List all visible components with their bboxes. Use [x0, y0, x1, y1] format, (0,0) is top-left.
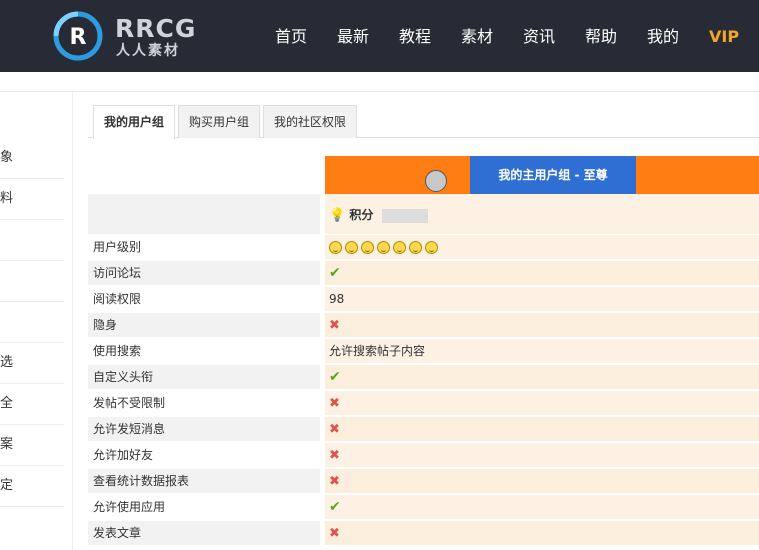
nav-vip[interactable]: VIP [709, 0, 739, 72]
permission-label: 允许发短消息 [93, 422, 166, 436]
nav-materials[interactable]: 素材 [461, 0, 493, 72]
sidebar-item-6[interactable]: 定 [0, 476, 64, 496]
cross-icon: ✖ [329, 422, 340, 437]
sidebar-separator [0, 178, 64, 179]
check-icon: ✔ [329, 369, 341, 385]
nav-news[interactable]: 资讯 [523, 0, 555, 72]
smiley-icon [377, 241, 390, 254]
permission-label: 访问论坛 [93, 266, 142, 280]
permission-value: ✖ [329, 312, 340, 338]
svg-text:R: R [70, 25, 87, 50]
permission-value-cell [325, 261, 759, 285]
permission-value-cell [325, 443, 759, 467]
permission-label: 允许使用应用 [93, 500, 166, 514]
smiley-icon [361, 241, 374, 254]
smiley-icon [345, 241, 358, 254]
permission-value: ✔ [329, 260, 341, 286]
plan-toggle-circle[interactable] [425, 170, 447, 192]
permission-value: ✔ [329, 494, 341, 520]
permission-value: ✖ [329, 442, 340, 468]
permission-value: ✖ [329, 390, 340, 416]
sidebar-separator [0, 506, 64, 507]
permission-value: 允许搜索帖子内容 [329, 344, 426, 358]
points-label-cell [88, 194, 320, 234]
user-level-stars [329, 234, 441, 260]
smiley-icon [409, 241, 422, 254]
permission-label: 发表文章 [93, 526, 142, 540]
permission-value: ✖ [329, 468, 340, 494]
permission-value-cell [325, 521, 759, 545]
permission-value-cell [325, 365, 759, 389]
sidebar-item-3[interactable]: 选 [0, 353, 64, 373]
cross-icon: ✖ [329, 526, 340, 541]
permission-value-cell [325, 417, 759, 441]
permission-value-cell [325, 469, 759, 493]
header-divider [0, 91, 759, 92]
tab-community-permissions[interactable]: 我的社区权限 [263, 105, 357, 138]
sidebar-separator [0, 260, 64, 261]
sidebar-separator [0, 342, 64, 343]
smiley-icon [425, 241, 438, 254]
permission-label: 自定义头衔 [93, 370, 154, 384]
sidebar-separator [0, 383, 64, 384]
nav-mine[interactable]: 我的 [647, 0, 679, 72]
permission-value: 98 [329, 292, 345, 306]
permission-label-cell [88, 313, 320, 337]
nav-home[interactable]: 首页 [275, 0, 307, 72]
permission-value-cell [325, 391, 759, 415]
lightbulb-icon: 💡 [329, 208, 346, 223]
permission-label: 发帖不受限制 [93, 396, 166, 410]
sidebar-item-1[interactable]: 象 [0, 148, 64, 168]
sidebar-separator [0, 424, 64, 425]
sidebar-separator [0, 219, 64, 220]
cross-icon: ✖ [329, 448, 340, 463]
permission-value-cell [325, 313, 759, 337]
permission-label: 隐身 [93, 318, 118, 332]
permission-label: 使用搜索 [93, 344, 142, 358]
permission-value [329, 234, 441, 260]
permission-value: ✖ [329, 520, 340, 546]
permission-label: 允许加好友 [93, 448, 154, 462]
check-icon: ✔ [329, 499, 341, 515]
sidebar-item-2[interactable]: 料 [0, 189, 64, 209]
nav-latest[interactable]: 最新 [337, 0, 369, 72]
cross-icon: ✖ [329, 318, 340, 333]
cross-icon: ✖ [329, 474, 340, 489]
smiley-icon [393, 241, 406, 254]
permission-value-cell [325, 287, 759, 311]
top-header: R RRCG 人人素材 首页 最新 教程 素材 资讯 帮助 我的 VIP [0, 0, 759, 72]
sidebar-item-5[interactable]: 案 [0, 435, 64, 455]
cross-icon: ✖ [329, 396, 340, 411]
plan-header-title: 我的主用户组 - 至尊VIP(VIP6) [470, 156, 636, 220]
smiley-icon [329, 241, 342, 254]
nav-tutorials[interactable]: 教程 [399, 0, 431, 72]
tab-my-usergroup[interactable]: 我的用户组 [93, 105, 175, 139]
blurred-points-amount [381, 208, 428, 223]
nav-help[interactable]: 帮助 [585, 0, 617, 72]
tab-buy-usergroup[interactable]: 购买用户组 [178, 105, 260, 138]
sidebar-separator [0, 465, 64, 466]
rrcg-logo-icon[interactable]: R [50, 11, 106, 61]
left-sidebar: 象 料 选 全 案 定 [0, 92, 73, 550]
permission-value: ✔ [329, 364, 341, 390]
permission-label: 查看统计数据报表 [93, 474, 190, 488]
points-value: 💡 积分 [329, 202, 428, 228]
brand-name-cn[interactable]: 人人素材 [116, 40, 180, 60]
points-label: 积分 [349, 208, 374, 222]
permission-label: 阅读权限 [93, 292, 142, 306]
permission-value-cell [325, 495, 759, 519]
brand-logo-text[interactable]: RRCG [115, 14, 196, 43]
sidebar-separator [0, 301, 64, 302]
permission-value: ✖ [329, 416, 340, 442]
permission-label: 用户级别 [93, 240, 142, 254]
check-icon: ✔ [329, 265, 341, 281]
sidebar-item-4[interactable]: 全 [0, 394, 64, 414]
